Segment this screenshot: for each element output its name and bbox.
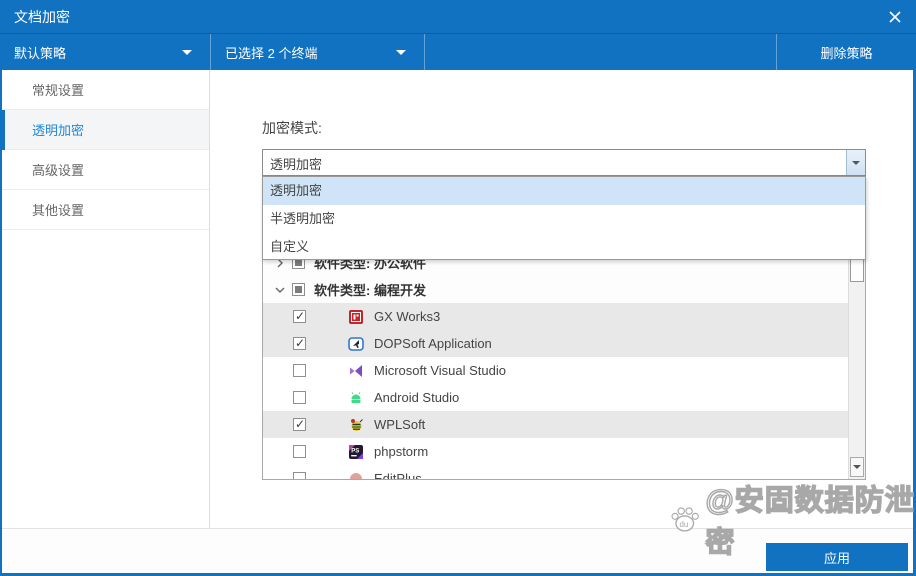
row-checkbox[interactable] (293, 417, 306, 431)
group-label: 软件类型: 编程开发 (314, 283, 426, 298)
tree-group-programming[interactable]: 软件类型: 编程开发 (263, 276, 865, 303)
scrollbar-down-button[interactable] (850, 457, 864, 477)
close-icon (889, 11, 901, 23)
sidebar-item-other[interactable]: 其他设置 (2, 190, 209, 230)
chevron-down-icon (396, 50, 406, 55)
sidebar-item-label: 透明加密 (32, 123, 85, 138)
settings-sidebar: 常规设置 透明加密 高级设置 其他设置 (0, 70, 210, 528)
row-checkbox[interactable] (293, 309, 306, 323)
dialog-title: 文档加密 (14, 8, 70, 25)
row-label: EditPlus (374, 471, 422, 480)
toolbar: 默认策略 已选择 2 个终端 删除策略 (0, 33, 916, 70)
group-checkbox[interactable] (292, 283, 305, 296)
window-border-left (0, 70, 2, 576)
delete-policy-label: 删除策略 (820, 45, 873, 61)
terminal-dropdown-label: 已选择 2 个终端 (225, 45, 318, 61)
sidebar-item-label: 高级设置 (32, 163, 85, 178)
encryption-mode-label: 加密模式: (262, 120, 322, 136)
sidebar-item-transparent-encryption[interactable]: 透明加密 (0, 110, 209, 150)
row-checkbox[interactable] (293, 336, 306, 350)
wplsoft-icon (348, 417, 364, 433)
tree-row-wplsoft[interactable]: WPLSoft (263, 411, 865, 438)
sidebar-item-label: 常规设置 (32, 83, 85, 98)
row-label: Android Studio (374, 390, 460, 405)
row-label: phpstorm (374, 444, 429, 459)
encryption-mode-select[interactable]: 透明加密 (262, 149, 866, 176)
tree-row-visual-studio[interactable]: Microsoft Visual Studio (263, 357, 865, 384)
row-label: Microsoft Visual Studio (374, 363, 506, 378)
visual-studio-icon (348, 363, 364, 379)
row-checkbox[interactable] (293, 472, 306, 479)
policy-dropdown[interactable]: 默认策略 (0, 34, 211, 70)
main-content: 加密模式: 透明加密 透明加密 半透明加密 自定义 软件类型: 办公软件 软件类… (210, 70, 913, 528)
tree-row-dopsoft[interactable]: DOPSoft Application (263, 330, 865, 357)
title-bar: 文档加密 (0, 0, 916, 33)
phpstorm-icon: PS (348, 444, 364, 460)
scrollbar-thumb[interactable] (850, 258, 864, 282)
row-label: WPLSoft (374, 417, 426, 432)
chevron-down-icon (852, 160, 860, 165)
sidebar-item-label: 其他设置 (32, 203, 85, 218)
row-label: DOPSoft Application (374, 336, 492, 351)
delete-policy-button[interactable]: 删除策略 (776, 34, 916, 70)
close-button[interactable] (886, 8, 904, 26)
tree-row-gx-works3[interactable]: GX Works3 (263, 303, 865, 330)
software-tree: 软件类型: 办公软件 软件类型: 编程开发 ✓ GX Works3 ✓ DOPS… (262, 248, 866, 480)
select-arrow-button[interactable] (846, 150, 865, 175)
gx-works3-icon (348, 309, 364, 325)
menu-option-transparent[interactable]: 透明加密 (263, 177, 865, 205)
policy-dropdown-label: 默认策略 (14, 45, 67, 61)
document-encryption-dialog: 文档加密 默认策略 已选择 2 个终端 删除策略 常规设置 透明加密 高级设置 … (0, 0, 916, 576)
menu-option-semi-transparent[interactable]: 半透明加密 (263, 205, 865, 233)
sidebar-item-general[interactable]: 常规设置 (2, 70, 209, 110)
editplus-icon (348, 471, 364, 479)
menu-option-custom[interactable]: 自定义 (263, 233, 865, 261)
chevron-down-icon[interactable] (273, 283, 287, 297)
svg-text:PS: PS (351, 448, 359, 454)
chevron-down-icon (182, 50, 192, 55)
tree-row-editplus[interactable]: EditPlus (263, 465, 865, 480)
mode-select-value: 透明加密 (270, 157, 323, 172)
tree-row-phpstorm[interactable]: PS phpstorm (263, 438, 865, 465)
row-label: GX Works3 (374, 309, 441, 324)
tree-scrollbar[interactable] (848, 249, 865, 479)
terminal-dropdown[interactable]: 已选择 2 个终端 (211, 34, 425, 70)
android-studio-icon (348, 390, 364, 406)
row-checkbox[interactable] (293, 445, 306, 458)
encryption-mode-menu: 透明加密 半透明加密 自定义 (262, 176, 866, 260)
apply-button[interactable]: 应用 (766, 543, 908, 571)
tree-row-android-studio[interactable]: Android Studio (263, 384, 865, 411)
row-checkbox[interactable] (293, 391, 306, 404)
dopsoft-icon (348, 336, 364, 352)
sidebar-item-advanced[interactable]: 高级设置 (2, 150, 209, 190)
row-checkbox[interactable] (293, 364, 306, 377)
triangle-down-icon (853, 465, 861, 469)
